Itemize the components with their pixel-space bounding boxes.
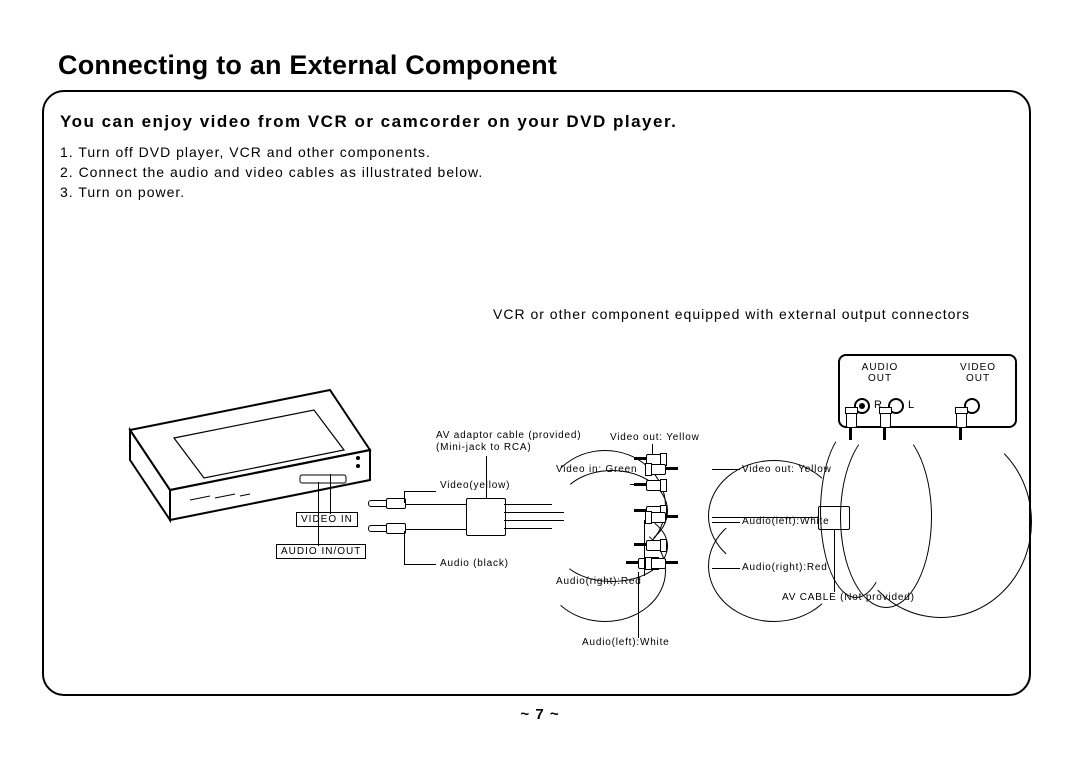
label-video-yellow: Video(yellow) bbox=[440, 480, 510, 492]
page-number: ~ 7 ~ bbox=[0, 706, 1080, 723]
label-audio-left-white-b: Audio(left):White bbox=[742, 516, 830, 528]
video-out-label: VIDEO OUT bbox=[948, 362, 1008, 384]
step-1: 1. Turn off DVD player, VCR and other co… bbox=[60, 142, 483, 162]
audio-inout-port-label: AUDIO IN/OUT bbox=[276, 544, 366, 559]
minijack-video-icon bbox=[368, 502, 402, 503]
audio-out-label: AUDIO OUT bbox=[850, 362, 910, 384]
external-component-panel: AUDIO OUT VIDEO OUT R L bbox=[838, 354, 1017, 428]
label-audio-right-red-b: Audio(right):Red bbox=[742, 562, 828, 574]
manual-page: Connecting to an External Component You … bbox=[0, 0, 1080, 762]
label-audio-black: Audio (black) bbox=[440, 558, 509, 570]
label-video-out-yellow-a: Video out: Yellow bbox=[610, 432, 700, 444]
label-video-out-yellow-b: Video out: Yellow bbox=[742, 464, 832, 476]
adaptor-hub-icon bbox=[466, 498, 506, 536]
l-label: L bbox=[908, 399, 915, 411]
step-3: 3. Turn on power. bbox=[60, 182, 483, 202]
label-audio-right-red-a: Audio(right):Red bbox=[556, 576, 642, 588]
label-av-adaptor: AV adaptor cable (provided) (Mini-jack t… bbox=[436, 430, 581, 454]
minijack-audio-icon bbox=[368, 527, 402, 528]
intro-text: You can enjoy video from VCR or camcorde… bbox=[60, 112, 677, 132]
label-video-in-green: Video in: Green bbox=[556, 464, 637, 476]
label-audio-left-white-a: Audio(left):White bbox=[582, 637, 670, 649]
video-in-port-label: VIDEO IN bbox=[296, 512, 358, 527]
page-title: Connecting to an External Component bbox=[58, 50, 557, 81]
label-av-cable-not-provided: AV CABLE (Not provided) bbox=[782, 592, 915, 604]
step-list: 1. Turn off DVD player, VCR and other co… bbox=[60, 142, 483, 202]
vcr-caption: VCR or other component equipped with ext… bbox=[493, 306, 970, 322]
step-2: 2. Connect the audio and video cables as… bbox=[60, 162, 483, 182]
